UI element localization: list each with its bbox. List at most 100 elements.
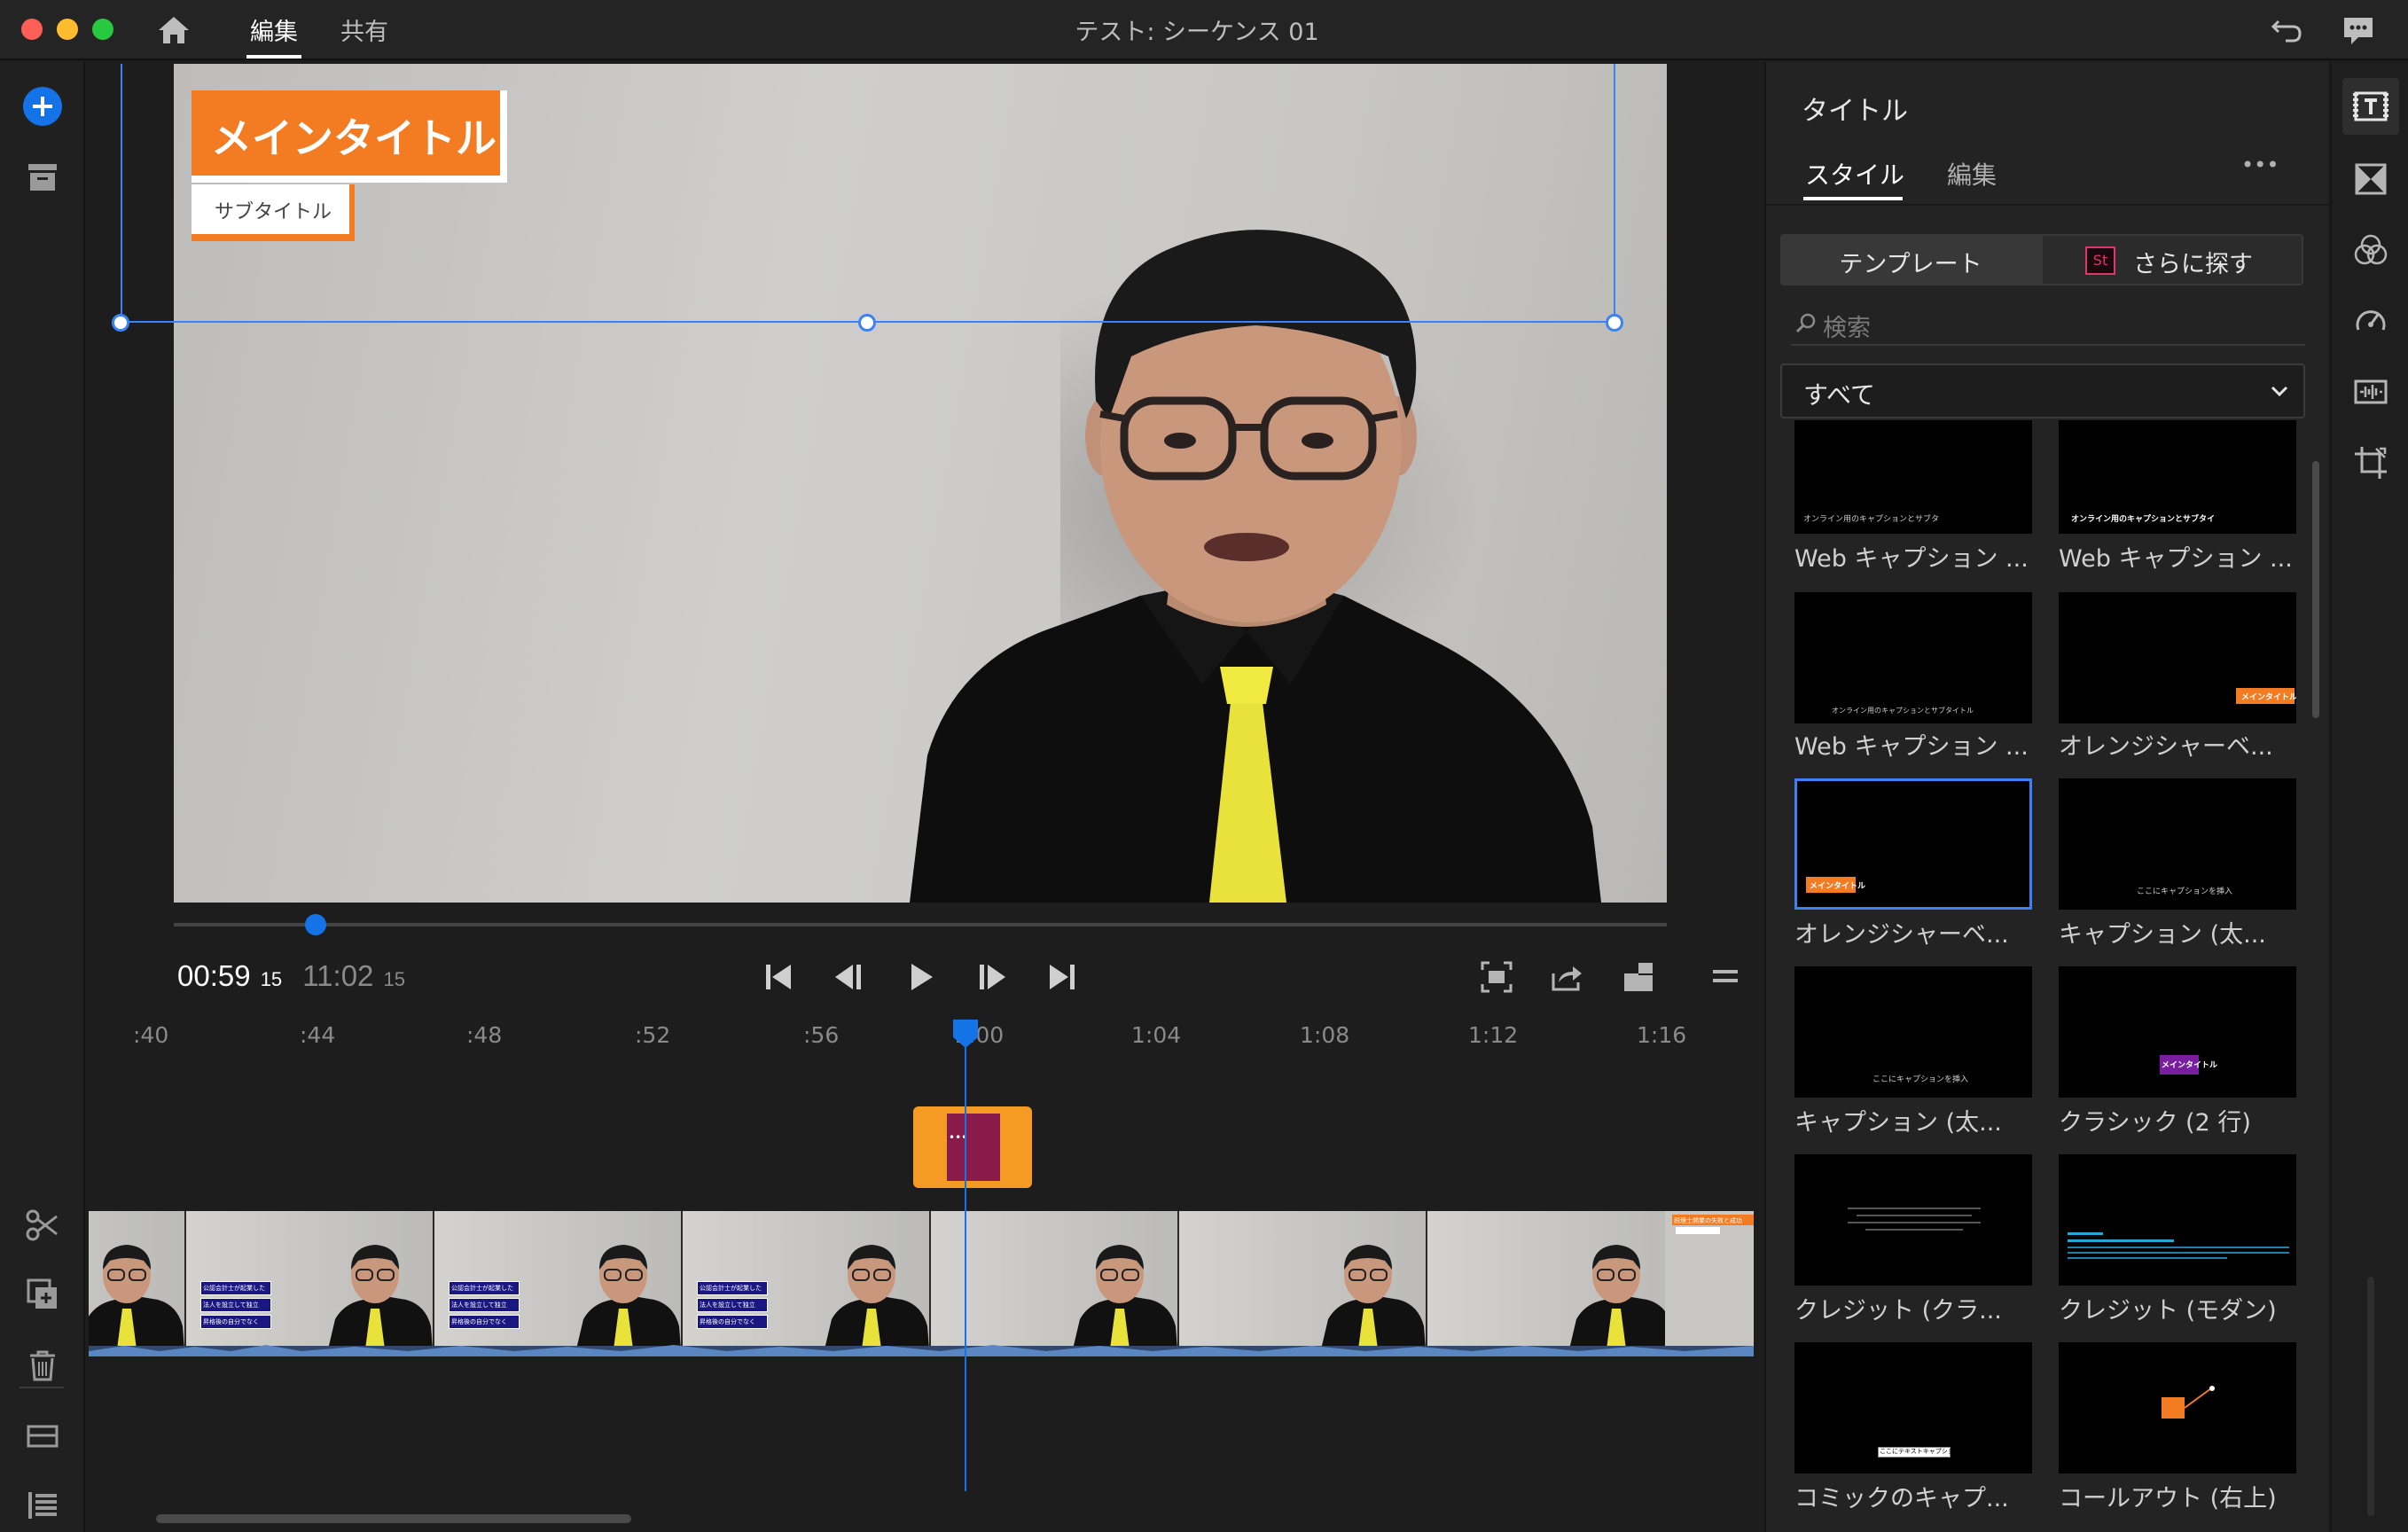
template-label: クラシック (2 行) (2059, 1109, 2251, 1137)
adobe-stock-icon: St (2085, 246, 2115, 275)
duration-time: 11:02 (302, 959, 374, 992)
ruler-label: 1:04 (1131, 1022, 1182, 1048)
active-tab-underline (1803, 197, 1903, 200)
timeline-playhead-handle[interactable] (951, 1018, 980, 1050)
segment-templates[interactable]: テンプレート (1780, 234, 2041, 285)
callout-line (2184, 1386, 2215, 1409)
template-thumbnail[interactable] (1794, 1154, 2032, 1286)
template-thumbnail[interactable]: オンライン用のキャプションとサブタイ (2059, 420, 2296, 534)
titles-icon[interactable] (2351, 87, 2390, 126)
zoom-window-button[interactable] (92, 19, 113, 40)
filter-dropdown[interactable]: すべて (1780, 363, 2305, 418)
feedback-icon[interactable] (2341, 12, 2376, 48)
credit-text-line (1848, 1208, 1981, 1209)
go-to-end-icon[interactable] (1044, 959, 1080, 995)
ruler-label: :52 (635, 1022, 671, 1048)
template-label: オレンジシャーベ... (1794, 921, 2009, 949)
template-grid: オンライン用のキャプションとサブタ Web キャプション ... オンライン用の… (1766, 420, 2330, 1532)
play-icon[interactable] (903, 959, 938, 995)
template-label: Web キャプション ... (1794, 545, 2029, 573)
toolbar-divider (20, 1387, 64, 1388)
template-thumbnail[interactable]: ここにテキストキャプションを挿入 (1794, 1342, 2032, 1473)
right-icon-strip (2330, 62, 2408, 1532)
resize-handle-right[interactable] (1606, 314, 1623, 332)
color-icon[interactable] (2351, 231, 2390, 270)
template-label: Web キャプション ... (2059, 545, 2293, 573)
go-to-start-icon[interactable] (761, 959, 796, 995)
video-track[interactable] (89, 1211, 1754, 1356)
title-clip[interactable]: ••• (913, 1106, 1032, 1188)
credit-text-line (2068, 1239, 2174, 1242)
panel-scrollbar[interactable] (2312, 461, 2319, 718)
title-selection-box[interactable] (121, 64, 1615, 323)
template-thumbnail-selected[interactable]: メインタイトル (1794, 778, 2032, 910)
ruler-label: 1:16 (1637, 1022, 1687, 1048)
transitions-icon[interactable] (2351, 160, 2390, 199)
monitor-menu-icon[interactable] (1708, 959, 1743, 995)
trash-icon[interactable] (21, 1344, 64, 1387)
chevron-down-icon (2271, 386, 2288, 397)
current-frames: 15 (260, 968, 283, 990)
frame-caption: 公認会計士が起業した 法人を設立して独立 昇格後の自分でなく (697, 1281, 768, 1333)
close-window-button[interactable] (21, 19, 43, 40)
speed-icon[interactable] (2351, 301, 2390, 340)
home-icon[interactable] (156, 14, 192, 46)
template-thumbnail[interactable] (2059, 1154, 2296, 1286)
fit-to-frame-icon[interactable] (1479, 959, 1514, 995)
resize-handle-left[interactable] (112, 314, 129, 332)
credit-text-line (2068, 1252, 2289, 1254)
current-time: 00:59 (177, 959, 251, 992)
add-media-button[interactable] (21, 85, 64, 128)
resize-handle-center[interactable] (858, 314, 876, 332)
scissors-icon[interactable] (21, 1204, 64, 1247)
panel-more-button[interactable]: ••• (2241, 152, 2279, 177)
tab-edit[interactable]: 編集 (246, 12, 301, 59)
strip-scrollbar[interactable] (2367, 1277, 2374, 1516)
export-frame-icon[interactable] (1550, 959, 1585, 995)
template-thumbnail[interactable] (2059, 1342, 2296, 1473)
template-label: キャプション (太... (2059, 921, 2266, 949)
template-thumbnail[interactable]: ここにキャプションを挿入 (1794, 966, 2032, 1098)
template-label: クレジット (モダン) (2059, 1297, 2277, 1325)
tab-style[interactable]: スタイル (1805, 156, 1904, 192)
template-label: キャプション (太... (1794, 1109, 2002, 1137)
ruler-label: 1:12 (1468, 1022, 1519, 1048)
search-icon (1795, 313, 1816, 333)
ruler-label: :56 (803, 1022, 840, 1048)
scrub-playhead[interactable] (304, 914, 326, 935)
credit-text-line (1857, 1215, 1972, 1216)
duplicate-icon[interactable] (21, 1273, 64, 1316)
segment-find-more[interactable]: St さらに探す (2041, 234, 2303, 285)
template-label: クレジット (クラ... (1794, 1297, 2002, 1325)
credit-text-line (2068, 1247, 2289, 1248)
audio-icon[interactable] (2351, 372, 2390, 411)
titles-panel: タイトル スタイル 編集 ••• テンプレート St さらに探す 検索 すべて … (1764, 62, 2330, 1532)
project-assets-icon[interactable] (21, 156, 64, 199)
search-field[interactable]: 検索 (1791, 301, 2305, 346)
step-forward-icon[interactable] (973, 959, 1009, 995)
scrub-bar[interactable] (174, 914, 1667, 935)
ruler-label: :44 (300, 1022, 336, 1048)
callout-box (2162, 1397, 2185, 1419)
template-thumbnail[interactable]: オンライン用のキャプションとサブタイトル (1794, 592, 2032, 723)
undo-icon[interactable] (2270, 14, 2305, 46)
timeline-scrollbar[interactable] (156, 1514, 631, 1523)
track-list-icon[interactable] (21, 1484, 64, 1527)
tab-edit-panel[interactable]: 編集 (1947, 156, 1997, 192)
template-thumbnail[interactable]: メインタイトル (2059, 592, 2296, 723)
title-clip-inner: ••• (947, 1114, 1000, 1181)
search-input[interactable]: 検索 (1823, 309, 1871, 343)
tab-share[interactable]: 共有 (340, 12, 388, 47)
overlay-mode-icon[interactable] (1621, 959, 1656, 995)
minimize-window-button[interactable] (57, 19, 78, 40)
crop-icon[interactable] (2351, 443, 2390, 482)
template-thumbnail[interactable]: ここにキャプションを挿入 (2059, 778, 2296, 910)
video-filmstrip (89, 1211, 1754, 1356)
filter-value: すべて (1803, 380, 1875, 410)
template-thumbnail[interactable]: オンライン用のキャプションとサブタ (1794, 420, 2032, 534)
step-back-icon[interactable] (832, 959, 867, 995)
template-thumbnail[interactable]: メインタイトル (2059, 966, 2296, 1098)
template-label: オレンジシャーベ... (2059, 733, 2273, 761)
track-layout-icon[interactable] (21, 1415, 64, 1458)
timeline-playhead-line[interactable] (965, 1020, 966, 1491)
